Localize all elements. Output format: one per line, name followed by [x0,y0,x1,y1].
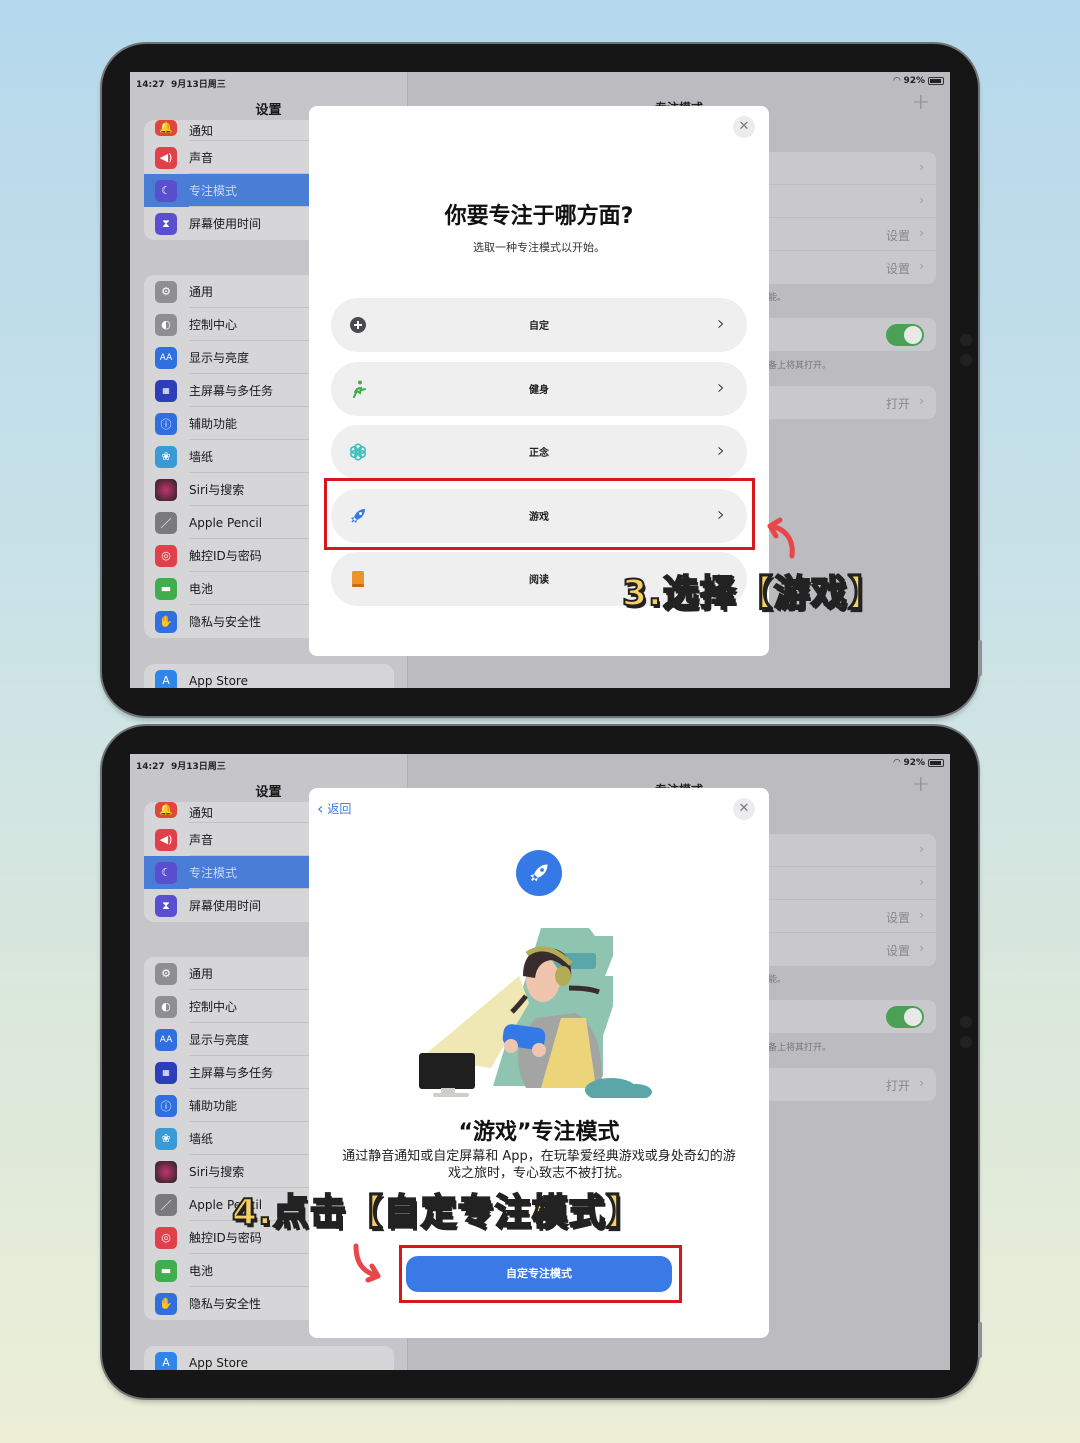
sidebar-item-app-store[interactable]: A App Store [144,664,394,688]
fingerprint-icon: ◎ [155,544,177,567]
chevron-right-icon: › [919,193,924,207]
volume-buttons [792,718,882,733]
grid-icon: ▦ [155,379,177,402]
chevron-right-icon: › [919,908,924,922]
sidebar-group-3: A App Store [144,1346,394,1370]
grid-icon: ▦ [155,1061,177,1084]
gear-icon: ⚙ [155,280,177,303]
highlight-box-customize [399,1245,682,1303]
modal-subtitle: 选取一种专注模式以开始。 [473,241,605,254]
chevron-left-icon: ‹ [317,798,324,818]
gaming-focus-title: “游戏”专注模式 [458,1120,620,1145]
accessibility-icon: ⓘ [155,1094,177,1117]
hand-icon: ✋ [155,1292,177,1315]
flower-icon: ❀ [155,1127,177,1150]
monitor-icon [419,1053,475,1089]
battery-icon [928,77,944,85]
text-size-icon: AA [155,346,177,369]
camera-dot [960,1016,972,1028]
gaming-focus-description: 通过静音通知或自定屏幕和 App，在玩挚爱经典游戏或身处奇幻的游戏之旅时，专心致… [342,1149,736,1181]
bell-icon: 🔔 [155,120,177,136]
detail-note: 备上将其打开。 [768,361,832,371]
camera-dot [960,1036,972,1048]
flower-icon: ❀ [155,445,177,468]
option-fitness[interactable]: 健身 › [331,362,747,416]
back-button[interactable]: ‹ 返回 [317,800,351,817]
annotation-arrow-icon [353,1243,381,1283]
detail-note: 备上将其打开。 [768,1043,832,1053]
chevron-right-icon: › [919,160,924,174]
chevron-right-icon: › [919,259,924,273]
chevron-right-icon: › [919,875,924,889]
toggles-icon: ◐ [155,995,177,1018]
headphone-icon [555,966,571,986]
siri-icon [155,1160,177,1183]
annotation-arrow-icon [767,517,795,559]
close-icon[interactable]: ✕ [733,116,755,138]
side-button [978,640,982,676]
chevron-right-icon: › [717,438,725,462]
status-bar: 14:27 9月13日周三 ◠ 92% [130,72,950,92]
siri-icon [155,478,177,501]
modal-title: 你要专注于哪方面? [444,204,634,229]
chevron-right-icon: › [919,1076,924,1090]
step4-annotation: 4.点击【自定专注模式】 [231,1191,643,1234]
detail-note: 能。 [768,293,787,303]
chevron-right-icon: › [919,842,924,856]
share-across-devices-toggle[interactable] [886,324,924,346]
status-time: 14:27 9月13日周三 [136,762,226,772]
camera-dot [960,354,972,366]
option-custom[interactable]: 自定 › [331,298,747,352]
sidebar-item-app-store[interactable]: A App Store [144,1346,394,1370]
pencil-icon: ／ [155,1193,177,1216]
rocket-icon [516,850,562,896]
battery-icon: ▬ [155,577,177,600]
wifi-icon: ◠ [893,76,901,86]
hand-icon: ✋ [155,610,177,633]
hourglass-icon: ⧗ [155,894,177,917]
hourglass-icon: ⧗ [155,212,177,235]
highlight-box-gaming [324,478,755,550]
chevron-right-icon: › [919,941,924,955]
toggles-icon: ◐ [155,313,177,336]
battery-percent: 92% [903,76,925,86]
chevron-right-icon: › [919,394,924,408]
text-size-icon: AA [155,1028,177,1051]
app-store-icon: A [155,669,177,688]
detail-note: 能。 [768,975,787,985]
moon-icon: ☾ [155,861,177,884]
option-mindfulness[interactable]: 正念 › [331,425,747,479]
sidebar-group-3: A App Store [144,664,394,688]
chevron-right-icon: › [919,226,924,240]
pencil-icon: ／ [155,511,177,534]
wifi-icon: ◠ [893,758,901,768]
app-store-icon: A [155,1351,177,1370]
side-button [978,1322,982,1358]
battery-percent: 92% [903,758,925,768]
camera-dot [960,334,972,346]
step3-annotation: 3.选择【游戏】 [621,572,885,615]
bell-icon: 🔔 [155,802,177,818]
moon-icon: ☾ [155,179,177,202]
plus-icon[interactable]: + [912,90,930,115]
fingerprint-icon: ◎ [155,1226,177,1249]
chevron-right-icon: › [717,311,725,335]
battery-icon [928,759,944,767]
status-bar: 14:27 9月13日周三 ◠ 92% [130,754,950,774]
close-icon[interactable]: ✕ [733,798,755,820]
gear-icon: ⚙ [155,962,177,985]
accessibility-icon: ⓘ [155,412,177,435]
speaker-icon: ◀) [155,828,177,851]
speaker-icon: ◀) [155,146,177,169]
plus-icon[interactable]: + [912,772,930,797]
battery-icon: ▬ [155,1259,177,1282]
chevron-right-icon: › [717,375,725,399]
status-time: 14:27 9月13日周三 [136,80,226,90]
share-across-devices-toggle[interactable] [886,1006,924,1028]
gaming-illustration [419,928,652,1098]
